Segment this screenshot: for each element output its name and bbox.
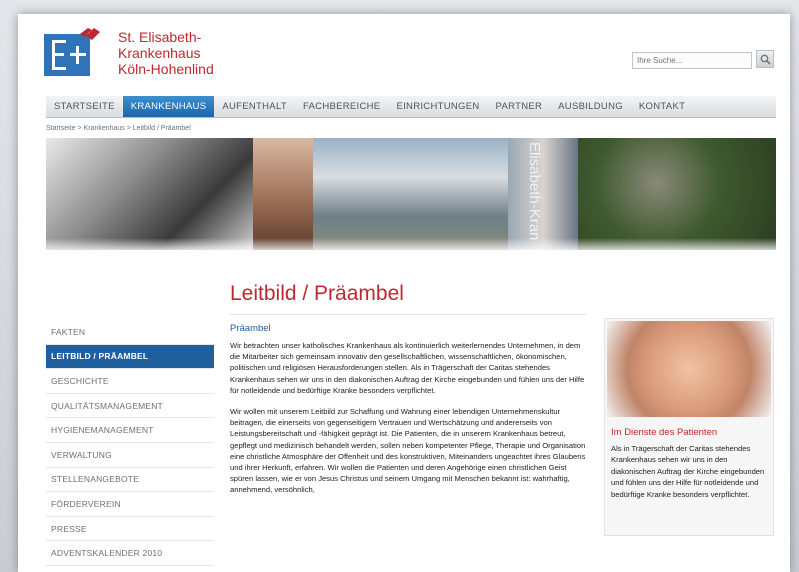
banner-sign-text: Elisabeth-Kran bbox=[526, 142, 543, 241]
sidebar-navigation: FAKTEN LEITBILD / PRÄAMBEL GESCHICHTE QU… bbox=[46, 320, 214, 566]
nav-item-kontakt[interactable]: KONTAKT bbox=[631, 96, 693, 117]
logo-line-2: Krankenhaus bbox=[118, 45, 201, 61]
hospital-name[interactable]: St. Elisabeth- Krankenhaus Köln-Hohenlin… bbox=[118, 29, 214, 77]
header-banner: Elisabeth-Kran bbox=[46, 138, 776, 250]
banner-image-sign: Elisabeth-Kran bbox=[508, 138, 578, 250]
logo-line-1: St. Elisabeth- bbox=[118, 29, 202, 45]
nav-item-partner[interactable]: PARTNER bbox=[488, 96, 551, 117]
content-paragraph-2: Wir wollen mit unserem Leitbild zur Scha… bbox=[230, 407, 586, 495]
title-divider bbox=[230, 314, 586, 315]
logo-line-3: Köln-Hohenlind bbox=[118, 61, 214, 77]
sidebar-item-foerderverein[interactable]: FÖRDERVEREIN bbox=[46, 492, 214, 517]
hands-image bbox=[607, 321, 771, 417]
hospital-logo-icon[interactable] bbox=[44, 28, 102, 76]
nav-item-ausbildung[interactable]: AUSBILDUNG bbox=[550, 96, 631, 117]
teaser-text: Als in Trägerschaft der Caritas stehende… bbox=[611, 444, 765, 499]
banner-image-entrance bbox=[313, 138, 508, 250]
nav-item-fachbereiche[interactable]: FACHBEREICHE bbox=[295, 96, 389, 117]
breadcrumb[interactable]: Startseite > Krankenhaus > Leitbild / Pr… bbox=[46, 125, 191, 132]
sidebar-item-stellenangebote[interactable]: STELLENANGEBOTE bbox=[46, 468, 214, 493]
main-navigation: STARTSEITE KRANKENHAUS AUFENTHALT FACHBE… bbox=[46, 96, 776, 118]
page-title: Leitbild / Präambel bbox=[230, 282, 404, 305]
nav-item-startseite[interactable]: STARTSEITE bbox=[46, 96, 123, 117]
teaser-box: Im Dienste des Patienten Als in Trägersc… bbox=[604, 318, 774, 536]
banner-image-aerial bbox=[578, 138, 776, 250]
sidebar-item-adventskalender[interactable]: ADVENTSKALENDER 2010 bbox=[46, 541, 214, 566]
sidebar-item-geschichte[interactable]: GESCHICHTE bbox=[46, 369, 214, 394]
section-title: Präambel bbox=[230, 323, 271, 334]
search-input[interactable] bbox=[632, 52, 752, 69]
banner-fade bbox=[46, 238, 776, 252]
browser-page: St. Elisabeth- Krankenhaus Köln-Hohenlin… bbox=[18, 14, 790, 572]
sidebar-item-qualitaetsmanagement[interactable]: QUALITÄTSMANAGEMENT bbox=[46, 394, 214, 419]
banner-image-medical bbox=[46, 138, 253, 250]
nav-item-krankenhaus[interactable]: KRANKENHAUS bbox=[122, 96, 215, 117]
banner-image-statue bbox=[253, 138, 313, 250]
nav-item-einrichtungen[interactable]: EINRICHTUNGEN bbox=[388, 96, 487, 117]
sidebar-item-fakten[interactable]: FAKTEN bbox=[46, 320, 214, 345]
teaser-title: Im Dienste des Patienten bbox=[611, 427, 718, 438]
content-paragraph-1: Wir betrachten unser katholisches Kranke… bbox=[230, 341, 585, 395]
sidebar-item-hygienemanagement[interactable]: HYGIENEMANAGEMENT bbox=[46, 418, 214, 443]
nav-item-aufenthalt[interactable]: AUFENTHALT bbox=[214, 96, 295, 117]
sidebar-item-leitbild[interactable]: LEITBILD / PRÄAMBEL bbox=[46, 344, 214, 370]
sidebar-item-verwaltung[interactable]: VERWALTUNG bbox=[46, 443, 214, 468]
search-button[interactable] bbox=[756, 50, 774, 68]
sidebar-item-presse[interactable]: PRESSE bbox=[46, 517, 214, 542]
search-icon bbox=[760, 54, 771, 65]
main-content: Präambel Wir betrachten unser katholisch… bbox=[230, 323, 588, 496]
